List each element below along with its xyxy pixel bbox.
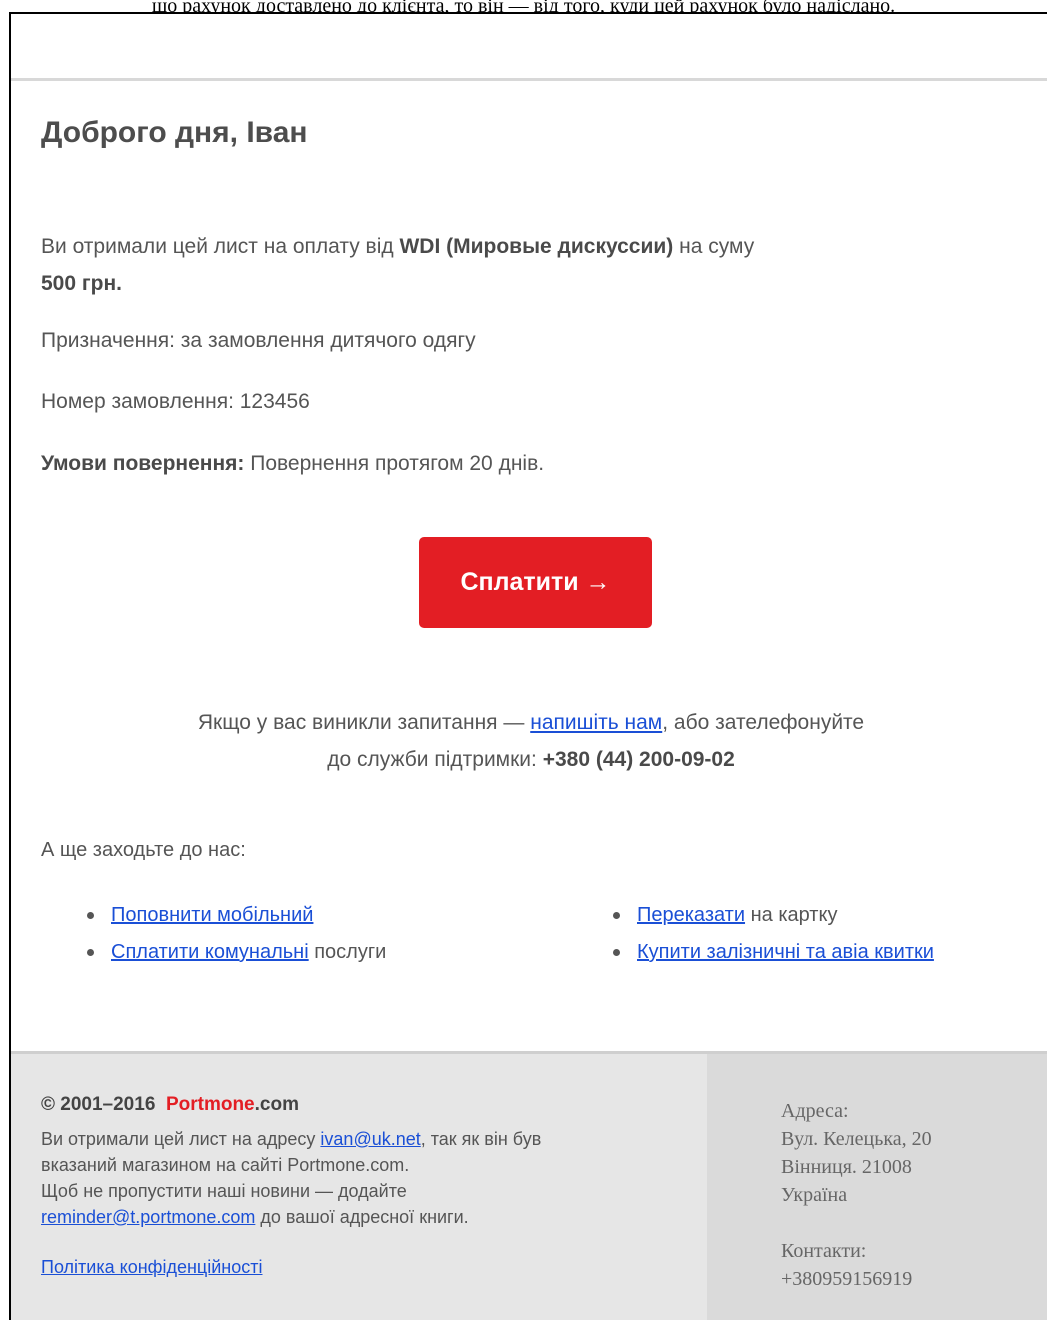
address-city: Вінниця. 21008: [781, 1156, 912, 1178]
support-prefix: Якщо у вас виникли запитання —: [197, 711, 525, 734]
email-frame: Доброго дня, Іван Ви отримали цей лист н…: [9, 12, 1047, 1320]
intro-prefix: Ви отримали цей лист на оплату від: [41, 235, 394, 258]
services-list-right: Переказати на картку Купити залізничні т…: [611, 897, 934, 971]
pay-button[interactable]: Сплатити →: [419, 537, 652, 628]
greeting-title: Доброго дня, Іван: [41, 116, 308, 149]
reminder-email-link[interactable]: reminder@t.portmone.com: [41, 1207, 255, 1227]
transfer-link[interactable]: Переказати: [637, 904, 745, 926]
address-country: Україна: [781, 1184, 848, 1206]
address-block: Адреса: Вул. Келецька, 20 Вінниця. 21008…: [781, 1097, 932, 1293]
address-street: Вул. Келецька, 20: [781, 1128, 932, 1150]
purpose-text: Призначення: за замовлення дитячого одяг…: [41, 329, 476, 352]
list-item: Переказати на картку: [611, 897, 934, 934]
support-line2: до служби підтримки:: [327, 748, 537, 771]
return-text: Повернення протягом 20 днів.: [250, 452, 545, 475]
also-visit-text: А ще заходьте до нас:: [41, 839, 246, 861]
return-label: Умови повернення:: [41, 452, 245, 475]
list-item: Купити залізничні та авіа квитки: [611, 934, 934, 971]
merchant-name: WDI (Мировые дискуссии): [399, 235, 674, 258]
list-item: Сплатити комунальні послуги: [85, 934, 386, 971]
write-us-link[interactable]: напишіть нам: [530, 711, 662, 734]
support-text: Якщо у вас виникли запитання — напишіть …: [41, 704, 1021, 778]
contacts-phone: +380959156919: [781, 1268, 913, 1290]
list-item: Поповнити мобільний: [85, 897, 386, 934]
services-list-left: Поповнити мобільний Сплатити комунальні …: [85, 897, 386, 971]
return-conditions: Умови повернення: Повернення протягом 20…: [41, 452, 544, 476]
topup-mobile-link[interactable]: Поповнити мобільний: [111, 904, 313, 926]
footer-notice: Ви отримали цей лист на адресу ivan@uk.n…: [41, 1129, 542, 1227]
header-divider: [11, 78, 1047, 81]
contacts-label: Контакти:: [781, 1240, 867, 1262]
buy-tickets-link[interactable]: Купити залізничні та авіа квитки: [637, 941, 934, 963]
pay-utilities-link[interactable]: Сплатити комунальні: [111, 941, 309, 963]
address-label: Адреса:: [781, 1100, 849, 1122]
intro-middle: на суму: [679, 235, 755, 258]
copyright: © 2001–2016 Portmone.com: [41, 1094, 299, 1115]
support-middle: , або зателефонуйте: [662, 711, 865, 734]
privacy-policy: Політика конфіденційності: [41, 1257, 262, 1278]
privacy-policy-link[interactable]: Політика конфіденційності: [41, 1257, 262, 1277]
invoice-intro: Ви отримали цей лист на оплату від WDI (…: [41, 228, 941, 302]
order-number: Номер замовлення: 123456: [41, 390, 310, 413]
support-phone: +380 (44) 200-09-02: [542, 748, 735, 771]
recipient-email-link[interactable]: ivan@uk.net: [320, 1129, 420, 1149]
invoice-amount: 500 грн.: [41, 272, 122, 295]
brand-logo-text: Portmone: [165, 1094, 255, 1115]
